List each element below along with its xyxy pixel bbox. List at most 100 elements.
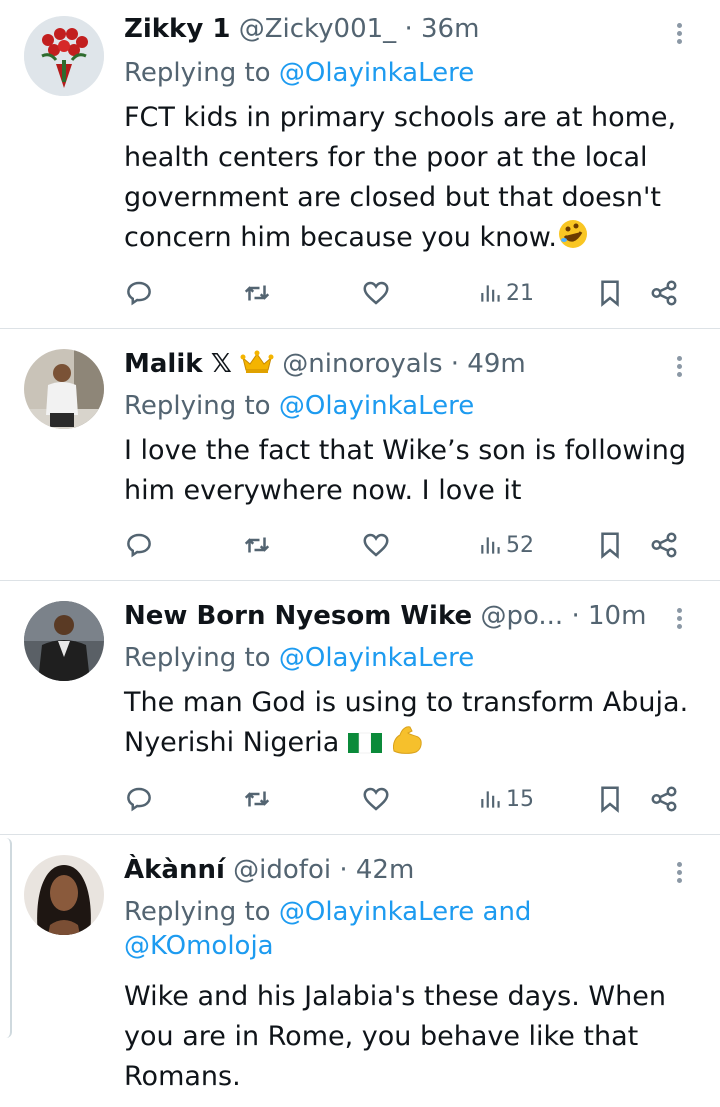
mention-link[interactable]: @OlayinkaLere [279,58,474,88]
tweet-text-line: Nyerishi Nigeria [124,723,704,767]
timestamp[interactable]: 10m [588,601,646,631]
reply-icon [127,787,151,812]
user-handle[interactable]: @Zicky001_ [239,14,396,44]
reply-icon [127,533,151,558]
tweet-text: The man God is using to transform Abuja.… [124,683,704,767]
tweet-text: Wike and his Jalabia's these days. When … [124,977,704,1097]
retweet-button[interactable] [242,525,272,565]
more-icon[interactable] [668,601,692,635]
retweet-icon [244,791,270,807]
avatar[interactable] [24,16,104,96]
bookmark-icon [601,532,619,559]
views-icon [481,791,500,808]
replying-to: Replying to @OlayinkaLere [124,56,474,90]
display-name[interactable]: Zikky 1 [124,14,230,44]
views-button[interactable]: 15 [478,779,534,819]
replying-to: Replying to @OlayinkaLere and @KOmoloja [124,895,531,963]
x-badge: 𝕏 [210,349,232,379]
tweet-header: New Born Nyesom Wike @po... · 10m [124,599,646,633]
like-icon [363,533,389,557]
share-icon [651,786,677,812]
display-name[interactable]: New Born Nyesom Wike [124,601,472,631]
retweet-button[interactable] [242,779,272,819]
tweet-text-line: you are in Rome, you behave like that [124,1021,639,1052]
tweet-text-line: him everywhere now. I love it [124,475,522,506]
separator-dot: · [404,14,413,44]
tweet-text-line: health centers for the poor at the local [124,142,648,173]
separator-dot: · [339,855,348,885]
tweet-header: Àkànní @idofoi · 42m [124,853,414,887]
avatar[interactable] [24,349,104,429]
replying-prefix: Replying to [124,897,279,927]
nigeria-flag-icon [347,727,382,767]
views-count: 15 [506,786,534,812]
more-icon[interactable] [668,16,692,50]
display-name[interactable]: Àkànní [124,855,225,885]
tweet-header: Malik 𝕏 @ninoroyals · 49m [124,347,526,383]
timestamp[interactable]: 36m [421,14,479,44]
bookmark-icon [601,786,619,813]
replying-to: Replying to @OlayinkaLere [124,641,474,675]
tweet-text-line: FCT kids in primary schools are at home, [124,102,677,133]
user-handle[interactable]: @po... [480,601,563,631]
user-handle[interactable]: @idofoi [233,855,331,885]
separator-dot: · [450,349,460,379]
tweet-text-line: The man God is using to transform Abuja. [124,687,689,718]
reply-icon [127,281,151,306]
views-button[interactable]: 21 [478,273,534,313]
avatar[interactable] [24,601,104,681]
reply-button[interactable] [124,273,154,313]
mention-link[interactable]: @OlayinkaLere [279,643,474,673]
views-count: 52 [506,532,534,558]
replying-prefix: Replying to [124,391,279,421]
bookmark-button[interactable] [595,525,625,565]
timestamp[interactable]: 49m [467,349,525,379]
bookmark-button[interactable] [595,273,625,313]
views-icon [481,285,500,302]
more-icon[interactable] [668,855,692,889]
bookmark-button[interactable] [595,779,625,819]
tweet-actions: 21 [124,273,694,313]
like-button[interactable] [361,525,391,565]
timestamp[interactable]: 42m [356,855,414,885]
share-button[interactable] [649,779,679,819]
mention-link[interactable]: @OlayinkaLere [279,391,474,421]
replying-prefix: Replying to [124,643,279,673]
tweet-actions: 52 [124,525,694,565]
rofl-emoji-icon [557,218,589,262]
reply-button[interactable] [124,779,154,819]
tweet-text: FCT kids in primary schools are at home,… [124,98,704,262]
share-icon [651,280,677,306]
user-handle[interactable]: @ninoroyals [282,349,442,379]
reply-button[interactable] [124,525,154,565]
flexed-biceps-icon [390,723,424,767]
more-icon[interactable] [668,349,692,383]
tweet-card[interactable]: New Born Nyesom Wike @po... · 10m Replyi… [0,581,720,833]
separator-dot: · [571,601,580,631]
replying-to: Replying to @OlayinkaLere [124,389,474,423]
retweet-button[interactable] [242,273,272,313]
views-count: 21 [506,280,534,306]
mention-link[interactable]: @OlayinkaLere and [279,897,532,927]
replying-prefix: Replying to [124,58,279,88]
tweet-actions: 15 [124,779,694,819]
retweet-icon [244,285,270,301]
tweet-text: I love the fact that Wike’s son is follo… [124,431,704,511]
tweet-text-line: concern him because you know. [124,218,704,262]
avatar[interactable] [24,855,104,935]
tweet-card[interactable]: Àkànní @idofoi · 42m Replying to @Olayin… [0,835,720,1107]
like-button[interactable] [361,779,391,819]
tweet-text-line: Wike and his Jalabia's these days. When [124,981,666,1012]
tweet-text-line: Romans. [124,1061,241,1092]
tweet-text-line: government are closed but that doesn't [124,182,661,213]
mention-link[interactable]: @KOmoloja [124,929,531,963]
views-button[interactable]: 52 [478,525,534,565]
share-button[interactable] [649,273,679,313]
share-button[interactable] [649,525,679,565]
like-icon [363,281,389,305]
display-name[interactable]: Malik [124,349,203,379]
tweet-card[interactable]: Malik 𝕏 @ninoroyals · 49m Replying to @O… [0,329,720,580]
tweet-card[interactable]: Zikky 1 @Zicky001_ · 36m Replying to @Ol… [0,0,720,328]
views-icon [481,537,500,554]
like-button[interactable] [361,273,391,313]
